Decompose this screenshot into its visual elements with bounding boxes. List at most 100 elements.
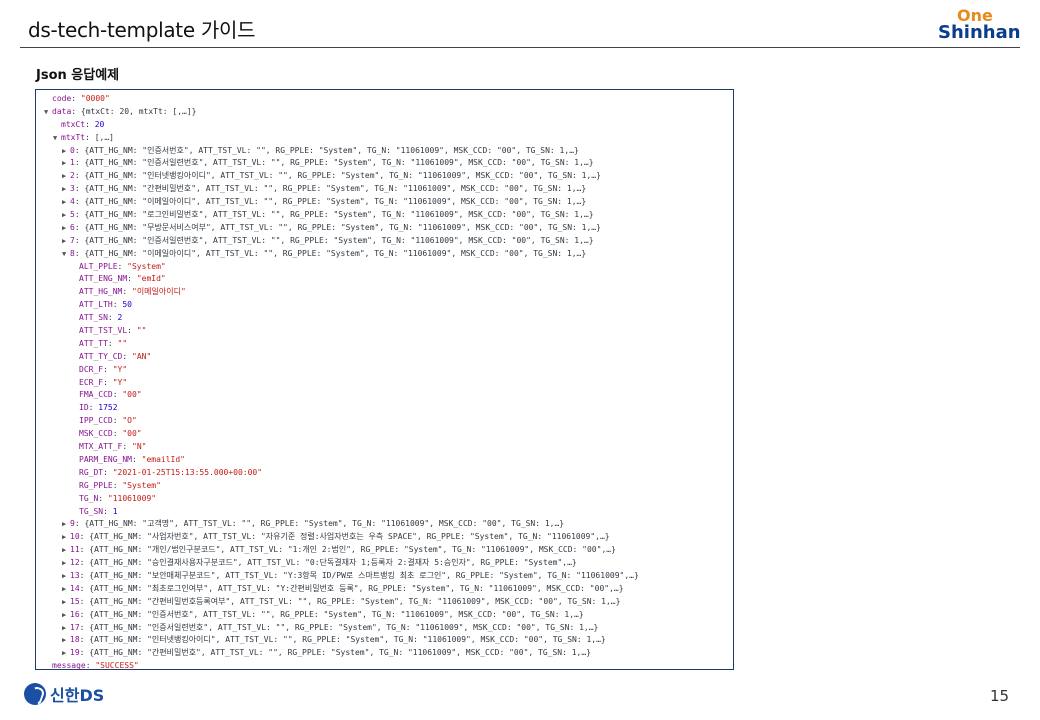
json-line[interactable]: ▶ 12: {ATT_HG_NM: "승인결재사용자구분코드", ATT_TST_… — [44, 557, 639, 570]
json-line: RG_PPLE: "System" — [79, 480, 161, 490]
json-line: ATT_ENG_NM: "emId" — [79, 274, 166, 284]
json-value: {ATT_HG_NM: "고객명", ATT_TST_VL: "", RG_PP… — [84, 519, 565, 529]
json-line[interactable]: ▶ 14: {ATT_HG_NM: "최초로그인여부", ATT_TST_VL: … — [44, 583, 639, 596]
expand-right-icon[interactable]: ▶ — [62, 557, 70, 570]
expand-down-icon[interactable]: ▼ — [62, 248, 70, 261]
json-key: 18 — [70, 635, 80, 645]
json-value: "00" — [122, 390, 142, 400]
json-value: 2 — [117, 313, 123, 323]
json-line[interactable]: ▶ 17: {ATT_HG_NM: "인증서일련번호", ATT_TST_VL: … — [44, 622, 639, 635]
json-key: 19 — [70, 648, 80, 658]
json-value: {ATT_HG_NM: "인증서번호", ATT_TST_VL: "", RG_… — [89, 609, 584, 619]
json-line: message: "SUCCESS" — [52, 661, 139, 671]
json-key: ATT_TT — [79, 338, 108, 348]
json-value: {ATT_HG_NM: "로그인비밀번호", ATT_TST_VL: "", R… — [84, 210, 594, 220]
json-line[interactable]: ▶ 19: {ATT_HG_NM: "간편비밀번호", ATT_TST_VL: "… — [44, 647, 639, 660]
json-line[interactable]: ▶ 15: {ATT_HG_NM: "간편비밀번호등록여부", ATT_TST_V… — [44, 596, 639, 609]
json-key: ATT_ENG_NM — [79, 274, 128, 284]
json-line: mtxCt: 20 — [61, 119, 105, 129]
json-line[interactable]: ▼ data: {mtxCt: 20, mtxTt: [,…]} — [44, 106, 639, 119]
title-divider — [20, 47, 1020, 48]
json-line[interactable]: ▼ 8: {ATT_HG_NM: "이메일아이디", ATT_TST_VL: ""… — [44, 248, 639, 261]
json-line: MTX_ATT_F: "N" — [79, 442, 147, 452]
json-key: MTX_ATT_F — [79, 442, 123, 452]
json-value: {ATT_HG_NM: "인증서번호", ATT_TST_VL: "", RG_… — [84, 145, 579, 155]
json-line: ATT_TT: "" — [79, 338, 128, 348]
json-line[interactable]: ▶ 7: {ATT_HG_NM: "인증서일련번호", ATT_TST_VL: "… — [44, 235, 639, 248]
json-value: {ATT_HG_NM: "간편비밀번호등록여부", ATT_TST_VL: ""… — [89, 596, 621, 606]
json-value: {ATT_HG_NM: "개인/법인구분코드", ATT_TST_VL: "1:… — [89, 545, 616, 555]
json-line[interactable]: ▶ 6: {ATT_HG_NM: "무방문서비스여부", ATT_TST_VL: … — [44, 222, 639, 235]
json-line[interactable]: ▶ 18: {ATT_HG_NM: "인터넷뱅킹아이디", ATT_TST_VL:… — [44, 634, 639, 647]
json-line: FMA_CCD: "00" — [79, 390, 142, 400]
json-line[interactable]: ▶ 9: {ATT_HG_NM: "고객명", ATT_TST_VL: "", R… — [44, 518, 639, 531]
json-line[interactable]: ▶ 3: {ATT_HG_NM: "간편비밀번호", ATT_TST_VL: ""… — [44, 183, 639, 196]
json-line: DCR_F: "Y" — [79, 364, 128, 374]
json-key: ATT_SN — [79, 313, 108, 323]
expand-right-icon[interactable]: ▶ — [62, 596, 70, 609]
json-tree: code: "0000" ▼ data: {mtxCt: 20, mtxTt: [,… — [44, 93, 639, 673]
expand-right-icon[interactable]: ▶ — [62, 544, 70, 557]
expand-right-icon[interactable]: ▶ — [62, 634, 70, 647]
json-key: MSK_CCD — [79, 429, 113, 439]
footer-logo: 신한DS — [24, 682, 104, 706]
json-line[interactable]: ▶ 13: {ATT_HG_NM: "보안매체구분코드", ATT_TST_VL:… — [44, 570, 639, 583]
json-line: code: "0000" — [52, 94, 110, 103]
json-line: PARM_ENG_NM: "emailId" — [79, 454, 185, 464]
json-key: message — [52, 661, 86, 671]
json-line[interactable]: ▶ 11: {ATT_HG_NM: "개인/법인구분코드", ATT_TST_VL… — [44, 544, 639, 557]
expand-right-icon[interactable]: ▶ — [62, 531, 70, 544]
json-key: 16 — [70, 609, 80, 619]
json-line: IPP_CCD: "O" — [79, 416, 137, 426]
expand-right-icon[interactable]: ▶ — [62, 609, 70, 622]
section-title: Json 응답예제 — [36, 68, 120, 83]
json-line: ID: 1752 — [79, 403, 118, 413]
json-key: PARM_ENG_NM — [79, 454, 132, 464]
json-value: {ATT_HG_NM: "승인결재사용자구분코드", ATT_TST_VL: "… — [89, 558, 577, 568]
json-line[interactable]: ▶ 10: {ATT_HG_NM: "사업자번호", ATT_TST_VL: "자… — [44, 531, 639, 544]
json-value: "System" — [127, 261, 166, 271]
json-key: 13 — [70, 570, 80, 580]
json-value: "System" — [122, 480, 161, 490]
expand-right-icon[interactable]: ▶ — [62, 183, 70, 196]
json-value: 1 — [112, 506, 118, 516]
json-line[interactable]: ▶ 2: {ATT_HG_NM: "인터넷뱅킹아이디", ATT_TST_VL: … — [44, 170, 639, 183]
json-line[interactable]: ▶ 0: {ATT_HG_NM: "인증서번호", ATT_TST_VL: "",… — [44, 145, 639, 158]
json-value: "이메일아이디" — [132, 287, 186, 297]
json-key: ID — [79, 403, 89, 413]
json-line: TG_SN: 1 — [79, 506, 118, 516]
json-key: 15 — [70, 596, 80, 606]
json-value: {ATT_HG_NM: "인터넷뱅킹아이디", ATT_TST_VL: "", … — [84, 171, 601, 181]
json-value: "11061009" — [107, 493, 157, 503]
json-value: "00" — [122, 429, 142, 439]
expand-right-icon[interactable]: ▶ — [62, 196, 70, 209]
json-value: {ATT_HG_NM: "최초로그인여부", ATT_TST_VL: "Y:간편… — [89, 583, 624, 593]
expand-right-icon[interactable]: ▶ — [62, 145, 70, 158]
json-line[interactable]: ▶ 1: {ATT_HG_NM: "인증서일련번호", ATT_TST_VL: "… — [44, 157, 639, 170]
json-line[interactable]: ▼ mtxTt: [,…] — [44, 132, 639, 145]
expand-right-icon[interactable]: ▶ — [62, 209, 70, 222]
expand-right-icon[interactable]: ▶ — [62, 222, 70, 235]
json-key: ATT_TY_CD — [79, 351, 123, 361]
expand-down-icon[interactable]: ▼ — [53, 132, 61, 145]
expand-right-icon[interactable]: ▶ — [62, 518, 70, 531]
json-line[interactable]: ▶ 5: {ATT_HG_NM: "로그인비밀번호", ATT_TST_VL: "… — [44, 209, 639, 222]
json-value: "0000" — [80, 94, 110, 103]
json-value: {ATT_HG_NM: "무방문서비스여부", ATT_TST_VL: "", … — [84, 222, 601, 232]
json-value: {ATT_HG_NM: "이메일아이디", ATT_TST_VL: "", RG… — [84, 248, 587, 258]
json-value: "O" — [122, 416, 137, 426]
json-key: 11 — [70, 545, 80, 555]
json-key: code — [52, 94, 72, 103]
json-line[interactable]: ▶ 16: {ATT_HG_NM: "인증서번호", ATT_TST_VL: ""… — [44, 609, 639, 622]
expand-right-icon[interactable]: ▶ — [62, 583, 70, 596]
json-value: {ATT_HG_NM: "이메일아이디", ATT_TST_VL: "", RG… — [84, 197, 587, 207]
expand-right-icon[interactable]: ▶ — [62, 235, 70, 248]
json-line: MSK_CCD: "00" — [79, 429, 142, 439]
expand-down-icon[interactable]: ▼ — [44, 106, 52, 119]
expand-right-icon[interactable]: ▶ — [62, 157, 70, 170]
expand-right-icon[interactable]: ▶ — [62, 647, 70, 660]
expand-right-icon[interactable]: ▶ — [62, 570, 70, 583]
json-line[interactable]: ▶ 4: {ATT_HG_NM: "이메일아이디", ATT_TST_VL: ""… — [44, 196, 639, 209]
expand-right-icon[interactable]: ▶ — [62, 170, 70, 183]
expand-right-icon[interactable]: ▶ — [62, 622, 70, 635]
